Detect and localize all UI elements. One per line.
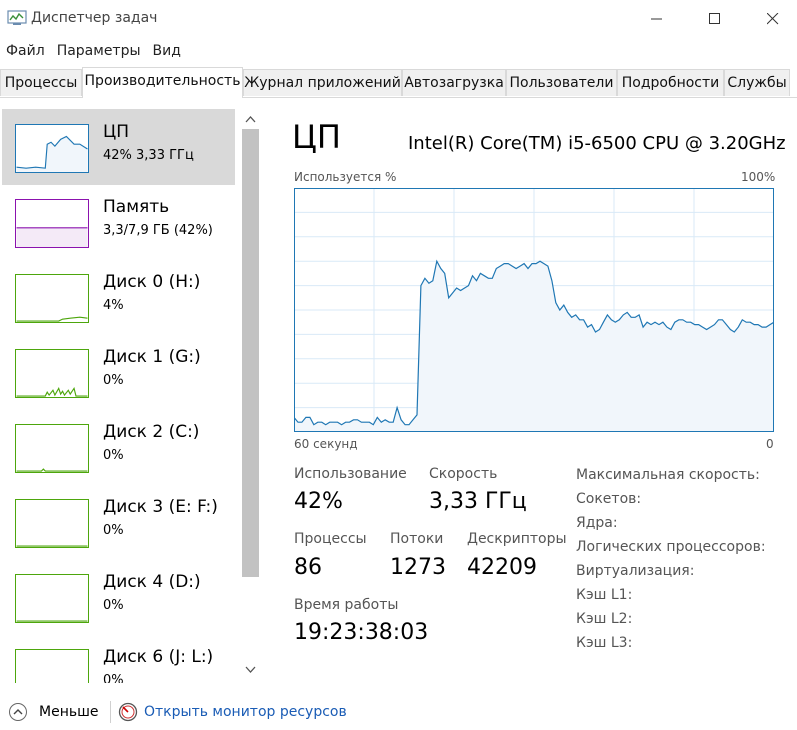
menu-file[interactable]: Файл [0,40,51,62]
spec-cache-l3: Кэш L3: [576,635,633,651]
disk2-thumbnail-line [16,468,88,472]
sidebar-item-memory[interactable]: Память 3,3/7,9 ГБ (42%) [2,184,235,260]
footer-divider [110,701,111,723]
sidebar-disk4-value: 0% [103,598,124,613]
sidebar-memory-value: 3,3/7,9 ГБ (42%) [103,223,213,238]
sidebar-item-cpu[interactable]: ЦП 42% 3,33 ГГц [2,109,235,185]
close-icon [767,13,779,25]
memory-thumbnail [15,199,89,248]
disk2-thumbnail [15,424,89,473]
menu-view[interactable]: Вид [147,40,187,62]
less-details-button[interactable]: Меньше [8,702,99,722]
window-title: Диспетчер задач [31,10,158,26]
cpu-usage-graph [294,188,774,432]
sidebar-disk3-name: Диск 3 (E: F:) [103,497,218,517]
disk0-thumbnail-line [16,316,88,322]
less-details-label: Меньше [39,704,99,720]
sidebar-memory-name: Память [103,197,170,217]
sidebar-item-disk0[interactable]: Диск 0 (H:) 4% [2,259,235,335]
footer: Меньше Открыть монитор ресурсов [0,696,797,730]
sidebar-item-disk4[interactable]: Диск 4 (D:) 0% [2,559,235,635]
menu-options[interactable]: Параметры [51,40,147,62]
graph-time-right: 0 [766,437,774,451]
collapse-up-icon [9,703,27,721]
sidebar-disk2-name: Диск 2 (C:) [103,422,200,442]
threads-value: 1273 [390,555,446,580]
page-title: ЦП [292,118,341,156]
speed-value: 3,33 ГГц [429,489,527,514]
handles-value: 42209 [467,555,537,580]
menu-bar: Файл Параметры Вид [0,40,187,62]
sidebar-item-disk1[interactable]: Диск 1 (G:) 0% [2,334,235,410]
open-resource-monitor-link[interactable]: Открыть монитор ресурсов [118,702,347,722]
sidebar-item-disk2[interactable]: Диск 2 (C:) 0% [2,409,235,485]
maximize-icon [709,13,720,24]
tab-processes[interactable]: Процессы [0,69,82,96]
cpu-thumbnail [15,124,89,173]
disk3-thumbnail [15,499,89,548]
disk1-thumbnail [15,349,89,398]
processes-label: Процессы [294,531,367,547]
scroll-thumb[interactable] [242,129,259,577]
spec-max-speed: Максимальная скорость: [576,467,760,483]
spec-virtualization: Виртуализация: [576,563,695,579]
resource-sidebar: ЦП 42% 3,33 ГГц Память 3,3/7,9 ГБ (42%) … [0,107,262,683]
graph-time-left: 60 секунд [294,437,358,451]
scroll-up-icon[interactable] [245,115,256,123]
cpu-usage-area [294,261,774,432]
handles-label: Дескрипторы [467,531,567,547]
sidebar-disk6-name: Диск 6 (J: L:) [103,647,214,667]
scroll-down-icon[interactable] [245,666,256,674]
sidebar-disk0-value: 4% [103,298,124,313]
tab-app-history[interactable]: Журнал приложений [243,69,402,96]
disk6-thumbnail [15,649,89,683]
spec-cache-l2: Кэш L2: [576,611,633,627]
sidebar-disk3-value: 0% [103,523,124,538]
usage-label: Использование [294,466,407,482]
title-bar: Диспетчер задач [0,0,797,38]
tab-services[interactable]: Службы [724,69,790,96]
close-button[interactable] [750,0,796,38]
disk4-thumbnail [15,574,89,623]
graph-y-label: Используется % [294,170,397,184]
graph-max-label: 100% [741,170,776,184]
sidebar-disk2-value: 0% [103,448,124,463]
memory-thumbnail-area [16,227,88,247]
tab-startup[interactable]: Автозагрузка [402,69,506,96]
cpu-model: Intel(R) Core(TM) i5-6500 CPU @ 3.20GHz [408,133,786,154]
tab-users[interactable]: Пользователи [506,69,617,96]
sidebar-scrollbar[interactable] [241,107,260,683]
uptime-value: 19:23:38:03 [294,620,429,645]
task-manager-icon [7,10,27,25]
spec-cache-l1: Кэш L1: [576,587,633,603]
maximize-button[interactable] [692,0,738,38]
resource-monitor-label: Открыть монитор ресурсов [144,704,347,720]
spec-cores: Ядра: [576,515,618,531]
sidebar-disk6-value: 0% [103,673,124,683]
disk1-thumbnail-line [16,386,88,397]
uptime-label: Время работы [294,597,399,613]
cpu-thumbnail-area [16,136,88,172]
threads-label: Потоки [390,531,444,547]
minimize-icon [651,18,662,20]
speed-label: Скорость [429,466,498,482]
spec-logical-processors: Логических процессоров: [576,539,766,555]
disk0-thumbnail [15,274,89,323]
sidebar-item-disk6[interactable]: Диск 6 (J: L:) 0% [2,634,235,683]
tab-performance[interactable]: Производительность [82,67,243,98]
resource-monitor-icon [118,702,138,722]
sidebar-disk1-name: Диск 1 (G:) [103,347,201,367]
usage-value: 42% [294,489,343,514]
sidebar-disk0-name: Диск 0 (H:) [103,272,201,292]
sidebar-cpu-name: ЦП [103,122,129,142]
tab-bar: Процессы Производительность Журнал прило… [0,67,797,98]
processes-value: 86 [294,555,322,580]
spec-sockets: Сокетов: [576,491,642,507]
minimize-button[interactable] [634,0,680,38]
tab-details[interactable]: Подробности [617,69,724,96]
sidebar-cpu-value: 42% 3,33 ГГц [103,148,194,163]
sidebar-disk1-value: 0% [103,373,124,388]
sidebar-disk4-name: Диск 4 (D:) [103,572,201,592]
sidebar-item-disk3[interactable]: Диск 3 (E: F:) 0% [2,484,235,560]
